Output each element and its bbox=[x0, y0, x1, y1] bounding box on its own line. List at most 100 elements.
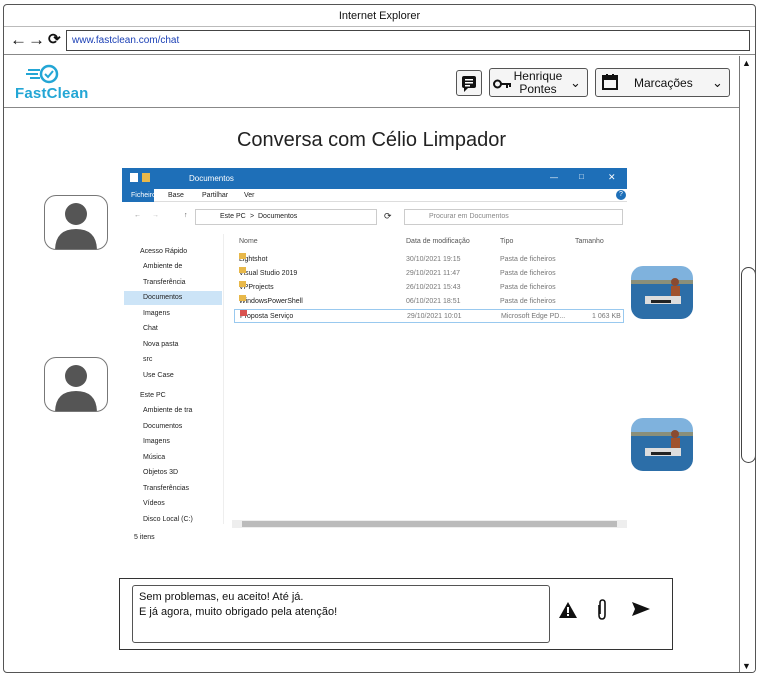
scroll-down-icon[interactable]: ▼ bbox=[742, 661, 751, 671]
explorer-breadcrumb[interactable]: Este PC > Documentos bbox=[195, 209, 377, 225]
folder-icon bbox=[142, 173, 150, 182]
column-size[interactable]: Tamanho bbox=[575, 235, 604, 249]
file-type: Pasta de ficheiros bbox=[500, 256, 556, 263]
breadcrumb-item[interactable]: Documentos bbox=[258, 213, 297, 220]
file-type: Pasta de ficheiros bbox=[500, 284, 556, 291]
shared-screenshot[interactable]: Documentos — □ ✕ Ficheiro Base Partilhar… bbox=[122, 168, 627, 545]
column-name[interactable]: Nome bbox=[239, 235, 258, 249]
explorer-sidebar-item[interactable]: Acesso Rápido bbox=[140, 245, 187, 259]
user-avatar bbox=[44, 357, 108, 412]
file-row[interactable]: VPProjects 26/10/2021 15:43 Pasta de fiche… bbox=[234, 281, 624, 295]
explorer-sidebar-item[interactable]: Use Case bbox=[143, 369, 174, 383]
refresh-icon[interactable]: ⟳ bbox=[384, 211, 392, 222]
cleaner-photo bbox=[631, 418, 693, 471]
explorer-file-list: Nome Data de modificação Tipo Tamanho Li… bbox=[234, 228, 624, 518]
file-list-header: Nome Data de modificação Tipo Tamanho bbox=[234, 235, 624, 249]
file-row[interactable]: Proposta Serviço 29/10/2021 10:01 Microsof… bbox=[234, 309, 624, 323]
explorer-sidebar-item[interactable]: Imagens bbox=[143, 435, 170, 449]
cleaner-avatar-photo bbox=[631, 418, 693, 471]
scroll-thumb[interactable] bbox=[741, 267, 755, 463]
browser-window: Internet Explorer ← → ⟳ www.fastclean.co… bbox=[3, 4, 756, 673]
file-type: Pasta de ficheiros bbox=[500, 298, 556, 305]
chat-button[interactable] bbox=[456, 70, 482, 96]
close-icon[interactable]: ✕ bbox=[608, 172, 616, 183]
column-type[interactable]: Tipo bbox=[500, 235, 513, 249]
explorer-sidebar-item[interactable]: Ambiente de tra bbox=[143, 404, 192, 418]
cleaner-photo bbox=[631, 266, 693, 319]
explorer-sidebar-item[interactable]: Este PC bbox=[140, 389, 166, 403]
breadcrumb-item[interactable]: Este PC bbox=[220, 213, 246, 220]
explorer-sidebar-item[interactable]: Ambiente de bbox=[143, 260, 182, 274]
explorer-app-icon bbox=[130, 173, 138, 182]
file-name: Visual Studio 2019 bbox=[239, 267, 297, 281]
warning-icon[interactable] bbox=[558, 601, 578, 619]
explorer-sidebar-item[interactable]: Imagens bbox=[143, 307, 170, 321]
horizontal-scrollbar[interactable] bbox=[232, 520, 627, 528]
up-arrow-icon[interactable]: ↑ bbox=[184, 212, 188, 219]
folder-icon bbox=[239, 253, 246, 259]
explorer-sidebar-item[interactable]: Documentos bbox=[143, 420, 182, 434]
explorer-status: 5 itens bbox=[134, 534, 155, 541]
message-input[interactable]: Sem problemas, eu aceito! Até já. E já a… bbox=[132, 585, 550, 643]
explorer-sidebar-item[interactable]: Documentos bbox=[124, 291, 222, 305]
site-header: FastClean Henrique Pontes ⌄ Marcações ⌄ bbox=[4, 56, 739, 108]
chevron-down-icon: ⌄ bbox=[570, 75, 581, 90]
key-icon bbox=[493, 79, 511, 89]
ribbon-tab-home[interactable]: Base bbox=[168, 192, 184, 199]
folder-icon bbox=[239, 295, 246, 301]
file-name: Proposta Serviço bbox=[240, 310, 293, 324]
file-date: 29/10/2021 11:47 bbox=[406, 270, 460, 277]
help-icon[interactable]: ? bbox=[616, 190, 626, 200]
file-row[interactable]: WindowsPowerShell 06/10/2021 18:51 Pasta d… bbox=[234, 295, 624, 309]
back-arrow-icon[interactable]: ← bbox=[10, 30, 27, 50]
person-icon bbox=[55, 203, 97, 249]
file-size: 1 063 KB bbox=[592, 313, 621, 320]
minimize-icon[interactable]: — bbox=[550, 173, 558, 182]
bookings-button[interactable]: Marcações ⌄ bbox=[595, 68, 730, 97]
explorer-titlebar: Documentos — □ ✕ bbox=[122, 168, 627, 189]
person-icon bbox=[55, 365, 97, 411]
file-date: 26/10/2021 15:43 bbox=[406, 284, 461, 291]
explorer-sidebar-item[interactable]: src bbox=[143, 353, 152, 367]
fastclean-logo[interactable]: FastClean bbox=[14, 64, 94, 104]
chat-icon bbox=[462, 76, 476, 92]
explorer-sidebar-item[interactable]: Música bbox=[143, 451, 165, 465]
explorer-sidebar-item[interactable]: Nova pasta bbox=[143, 338, 178, 352]
explorer-sidebar-item[interactable]: Objetos 3D bbox=[143, 466, 178, 480]
maximize-icon[interactable]: □ bbox=[579, 172, 584, 181]
scroll-up-icon[interactable]: ▲ bbox=[742, 58, 751, 68]
file-row[interactable]: Lightshot 30/10/2021 19:15 Pasta de fichei… bbox=[234, 253, 624, 267]
ribbon-tab-share[interactable]: Partilhar bbox=[202, 192, 228, 199]
address-bar[interactable]: www.fastclean.com/chat bbox=[66, 30, 750, 51]
vertical-scrollbar[interactable]: ▲ ▼ bbox=[739, 56, 755, 672]
bookings-label: Marcações bbox=[634, 76, 693, 90]
paperclip-icon[interactable] bbox=[594, 599, 610, 621]
explorer-window-title: Documentos bbox=[189, 174, 234, 183]
file-type: Microsoft Edge PD... bbox=[501, 313, 566, 320]
explorer-sidebar-item[interactable]: Disco Local (C:) bbox=[143, 513, 193, 527]
file-name: Lightshot bbox=[239, 253, 267, 267]
forward-arrow-icon[interactable]: → bbox=[152, 212, 159, 219]
scroll-thumb[interactable] bbox=[242, 521, 617, 527]
user-name: Henrique Pontes bbox=[513, 69, 563, 96]
explorer-sidebar-item[interactable]: Transferências bbox=[143, 482, 189, 496]
cleaner-avatar-photo bbox=[631, 266, 693, 319]
explorer-sidebar-item[interactable]: Vídeos bbox=[143, 497, 165, 511]
explorer-search[interactable]: Procurar em Documentos bbox=[404, 209, 623, 225]
explorer-sidebar-item[interactable]: Chat bbox=[143, 322, 158, 336]
back-arrow-icon[interactable]: ← bbox=[134, 212, 141, 219]
explorer-sidebar-item[interactable]: Transferência bbox=[143, 276, 186, 290]
file-row[interactable]: Visual Studio 2019 29/10/2021 11:47 Pasta … bbox=[234, 267, 624, 281]
ribbon-tab-view[interactable]: Ver bbox=[244, 192, 255, 199]
column-date[interactable]: Data de modificação bbox=[406, 235, 470, 249]
forward-arrow-icon[interactable]: → bbox=[28, 30, 45, 50]
refresh-icon[interactable]: ⟳ bbox=[48, 30, 61, 50]
user-menu-button[interactable]: Henrique Pontes ⌄ bbox=[489, 68, 588, 97]
logo-text: FastClean bbox=[15, 85, 89, 102]
folder-icon bbox=[239, 281, 246, 287]
ribbon-tab-file[interactable]: Ficheiro bbox=[122, 189, 156, 202]
pdf-file-icon bbox=[240, 310, 247, 316]
file-name: VPProjects bbox=[239, 281, 274, 295]
message-composer: Sem problemas, eu aceito! Até já. E já a… bbox=[119, 578, 673, 650]
send-icon[interactable] bbox=[631, 601, 651, 617]
